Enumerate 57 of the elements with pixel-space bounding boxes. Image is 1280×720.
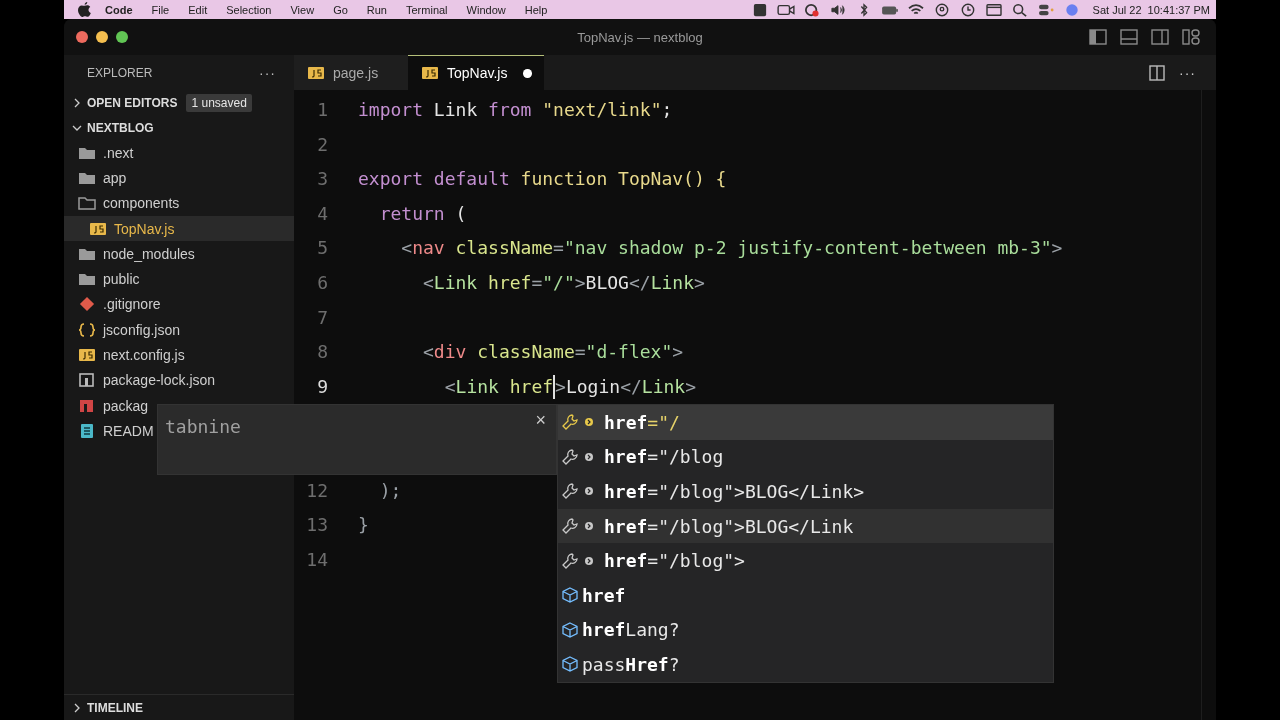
line-number: 8 (316, 340, 328, 365)
line-number: 4 (316, 201, 328, 226)
code-token: </ (628, 270, 651, 295)
code-token: Link (433, 270, 478, 295)
code-token: import (358, 98, 424, 122)
code-token: ; (661, 98, 673, 122)
code-token: > (672, 340, 684, 365)
code-token: } (358, 513, 369, 538)
code-token: "d-flex" (585, 340, 673, 365)
code-token: < (422, 340, 434, 365)
code-token: ); (378, 478, 402, 503)
code-token: > (685, 374, 696, 399)
code-token: < (400, 236, 413, 261)
code-token: > (574, 270, 586, 295)
code-token: > (1051, 236, 1063, 261)
line-number: 3 (316, 167, 328, 192)
code-token: nav (412, 236, 445, 261)
code-token: "nav shadow p-2 justify-content-between mb-3" (563, 236, 1052, 261)
code-token: return (378, 201, 445, 226)
code-token: Link (455, 374, 499, 399)
code-token: Link (641, 374, 686, 399)
code-token: ( (454, 201, 467, 226)
code-token: href (487, 270, 532, 295)
line-number: 13 (305, 513, 328, 538)
code-token: Login (565, 374, 621, 399)
code-token: from (488, 98, 532, 122)
code-token: > (694, 270, 705, 295)
line-number: 2 (316, 132, 328, 157)
code-token: </ (620, 374, 642, 399)
line-number: 12 (305, 478, 328, 503)
code-token: className (454, 236, 554, 261)
code-token: href (508, 374, 554, 399)
line-number: 1 (316, 98, 328, 122)
code-token: = (574, 340, 586, 365)
code-token: className (476, 340, 575, 365)
explorer-title: EXPLORER (87, 65, 154, 80)
code-token: < (443, 374, 456, 399)
code-token: function TopNav() { (519, 167, 727, 192)
code-token: = (531, 270, 543, 295)
line-number: 14 (305, 547, 328, 572)
code-token: export default (358, 167, 510, 192)
code-token: div (433, 340, 467, 365)
code-token: "/" (542, 270, 575, 295)
hover-text: tabnine (165, 416, 241, 437)
code-token: "next/link" (541, 98, 662, 122)
code-token: Link (432, 98, 479, 122)
line-number: 9 (316, 374, 328, 399)
line-number: 6 (316, 270, 328, 295)
unsaved-badge: 1 unsaved (186, 93, 252, 112)
window-title: TopNav.js — nextblog (577, 29, 703, 45)
line-number: 7 (316, 305, 328, 330)
code-token: = (553, 236, 564, 261)
code-token: Link (650, 270, 694, 295)
code-token: < (422, 270, 434, 295)
code-token: > (555, 374, 566, 399)
code-token: BLOG (585, 270, 629, 295)
line-number: 5 (316, 236, 328, 261)
